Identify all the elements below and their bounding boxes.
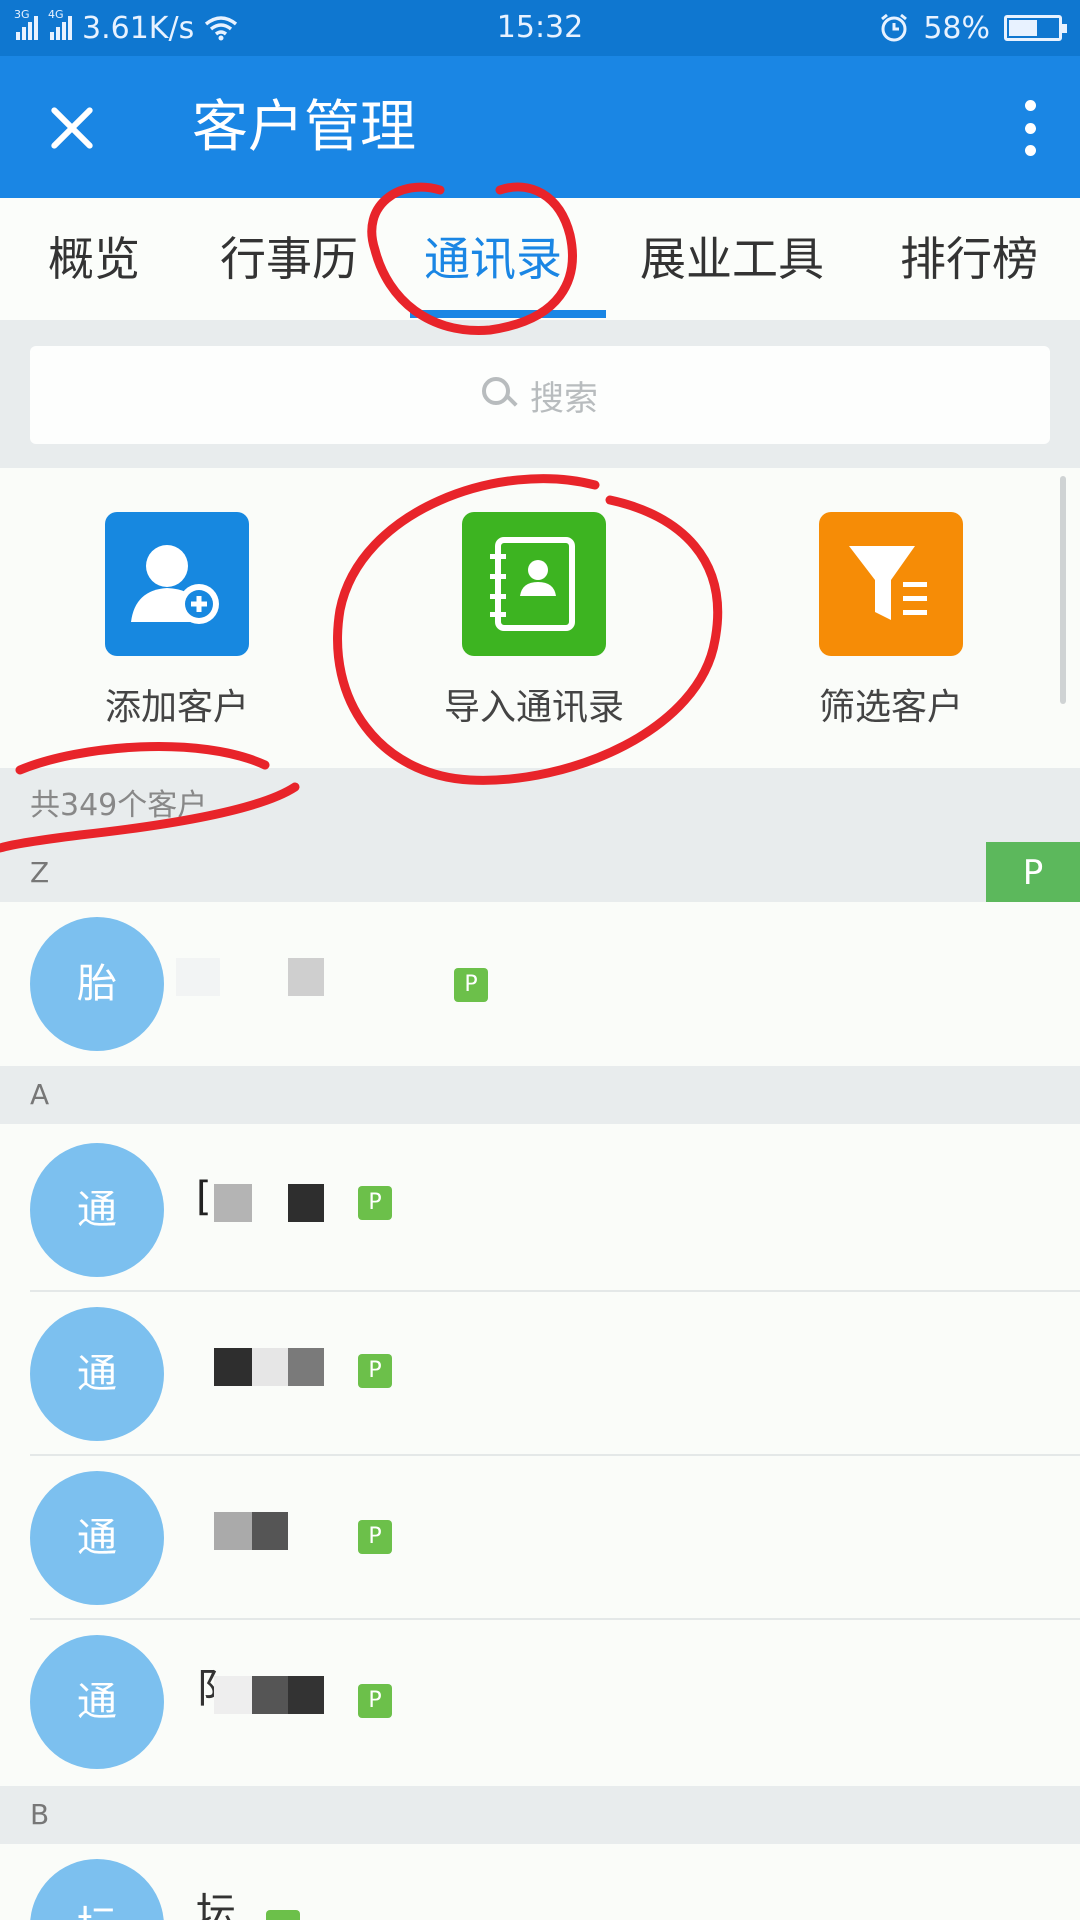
filter-icon [819,512,963,656]
filter-customers-label: 筛选客户 [818,687,963,728]
avatar: 通 [30,1307,164,1441]
tab-calendar[interactable]: 行事历 [220,198,358,320]
active-tab-indicator [410,310,606,318]
add-user-icon [105,512,249,656]
alarm-icon [881,13,908,42]
status-badge: P [358,1354,392,1388]
contact-name: 坛 [196,1890,236,1920]
list-item[interactable]: 通 P [0,1456,1080,1620]
list-item[interactable]: 通 [ P [0,1128,1080,1292]
page-title: 客户管理 [192,95,416,160]
list-item[interactable]: 通 阝 P [0,1620,1080,1784]
status-badge: P [358,1520,392,1554]
add-customer-button[interactable]: 添加客户 [57,512,297,730]
search-icon [482,377,518,413]
app-bar: 客户管理 [0,56,1080,198]
battery-icon [1004,15,1067,41]
close-icon[interactable] [40,96,104,160]
redacted-name [288,1184,324,1222]
customer-count-bar: 共349个客户 [0,768,1080,844]
section-header: Z [0,844,1080,902]
redacted-name [214,1348,252,1386]
redacted-name [288,1676,324,1714]
list-item[interactable]: 坛 坛 [0,1844,1080,1920]
avatar: 坛 [30,1859,164,1920]
avatar: 胎 [30,917,164,1051]
search-input[interactable]: 搜索 [30,346,1050,444]
status-badge [266,1910,300,1920]
redacted-name [176,958,220,996]
contact-name: [ [196,1174,212,1220]
battery-percent: 58% [923,10,990,46]
more-vertical-icon[interactable] [1010,96,1050,160]
redacted-name [214,1512,252,1550]
tab-leaderboard[interactable]: 排行榜 [900,198,1038,320]
import-contacts-label: 导入通讯录 [443,687,624,728]
tab-bar: 概览 行事历 通讯录 展业工具 排行榜 [0,198,1080,320]
status-badge: P [358,1186,392,1220]
quick-actions: 添加客户 导入通讯录 筛选客户 [0,468,1080,768]
status-badge: P [358,1684,392,1718]
filter-customers-button[interactable]: 筛选客户 [771,512,1011,730]
status-badge: P [454,968,488,1002]
avatar: 通 [30,1635,164,1769]
list-item[interactable]: 通 P [0,1292,1080,1456]
redacted-name [252,1348,288,1386]
address-book-icon [462,512,606,656]
redacted-name [252,1512,288,1550]
section-letter: B [30,1798,50,1831]
status-bar: 3G 4G 3.61K/s 15:32 58% [0,0,1080,56]
section-letter: A [30,1078,50,1111]
section-header: B [0,1786,1080,1844]
redacted-name [288,1348,324,1386]
scrollbar[interactable] [1060,476,1066,704]
list-item[interactable]: 胎 P [0,902,1080,1066]
redacted-name [214,1184,252,1222]
index-badge[interactable]: P [986,842,1080,904]
avatar: 通 [30,1471,164,1605]
tab-contacts[interactable]: 通讯录 [424,198,562,320]
search-area: 搜索 [0,320,1080,468]
redacted-name [252,1676,288,1714]
search-placeholder: 搜索 [530,378,598,419]
section-letter: Z [30,856,50,889]
redacted-name [288,958,324,996]
add-customer-label: 添加客户 [104,687,249,728]
redacted-name [214,1676,252,1714]
customer-count: 共349个客户 [30,788,208,823]
tab-overview[interactable]: 概览 [48,198,140,320]
avatar: 通 [30,1143,164,1277]
tab-sales-tools[interactable]: 展业工具 [640,198,824,320]
section-header: A [0,1066,1080,1124]
import-contacts-button[interactable]: 导入通讯录 [414,512,654,730]
